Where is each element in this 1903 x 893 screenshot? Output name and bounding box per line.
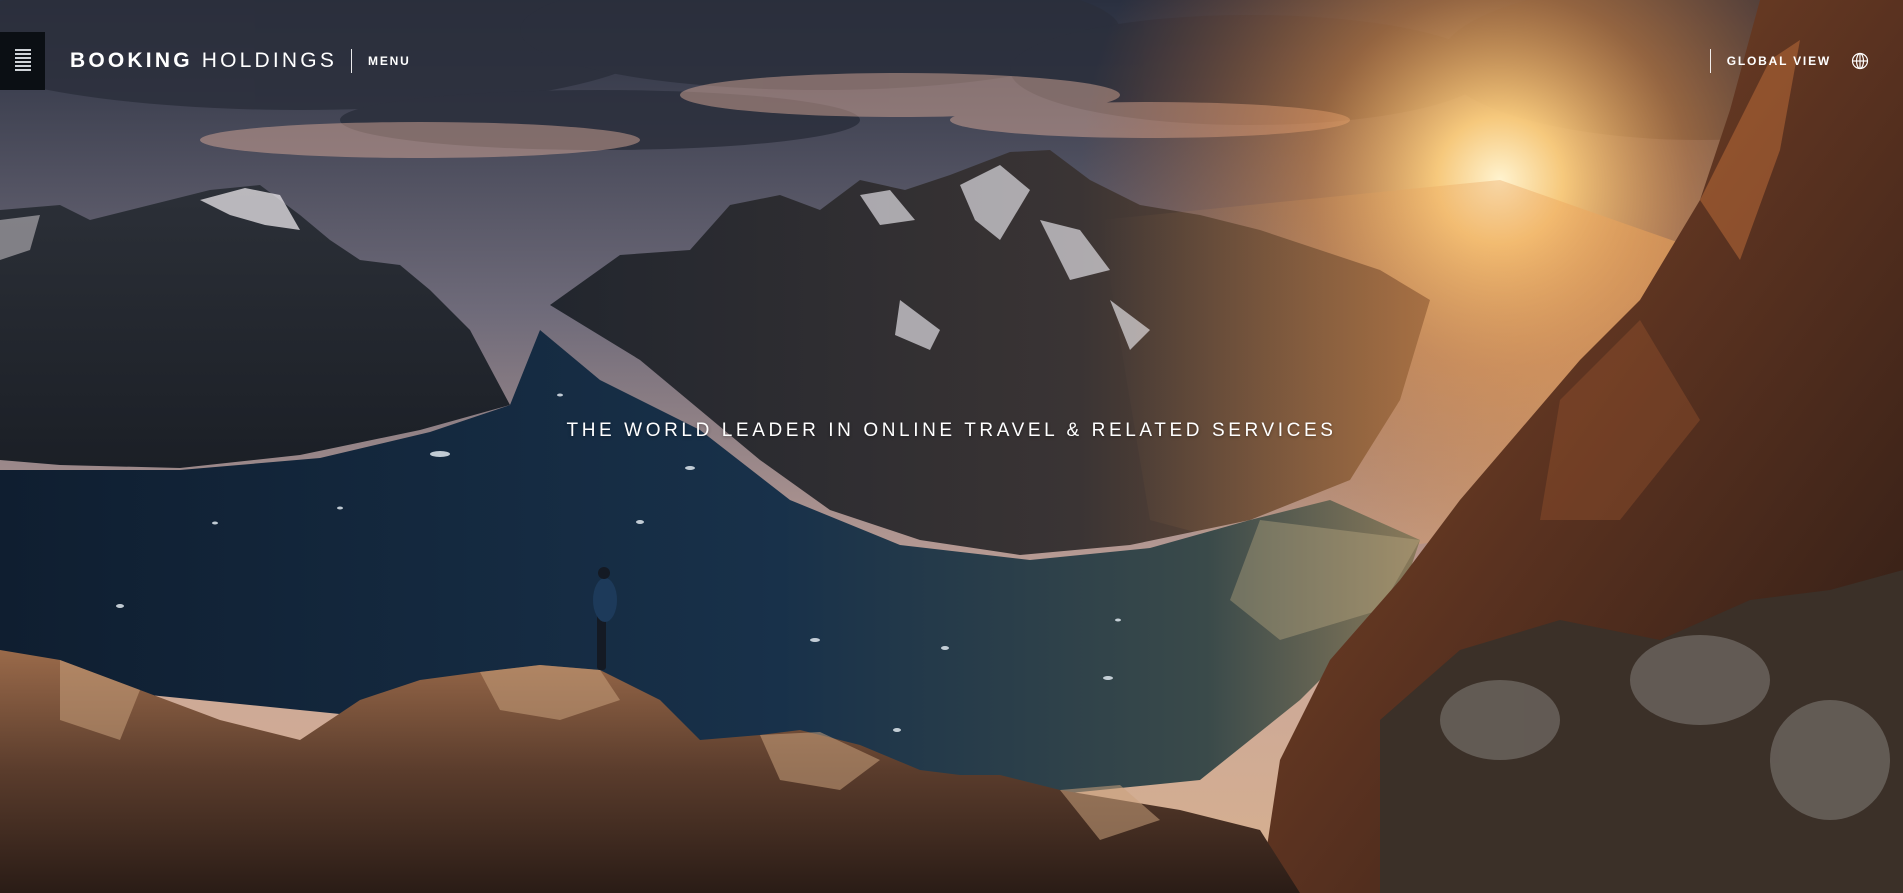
hero-background-image <box>0 0 1903 893</box>
brand-name-light[interactable]: HOLDINGS <box>202 47 337 75</box>
brand-name-bold[interactable]: BOOKING <box>70 47 193 75</box>
global-divider <box>1709 49 1711 73</box>
hero-tagline: THE WORLD LEADER IN ONLINE TRAVEL & RELA… <box>566 420 1337 441</box>
stripes-logo-icon <box>14 49 31 71</box>
hero-section: BOOKING HOLDINGS MENU GLOBAL VIEW THE WO… <box>0 0 1903 893</box>
logo-stripes[interactable] <box>0 32 45 90</box>
menu-button[interactable]: MENU <box>368 47 411 75</box>
globe-icon[interactable] <box>1851 52 1869 70</box>
site-header-brand: BOOKING HOLDINGS MENU <box>70 47 411 75</box>
header-divider <box>351 49 353 73</box>
global-view-link[interactable]: GLOBAL VIEW <box>1727 54 1831 68</box>
global-view-control: GLOBAL VIEW <box>1709 49 1869 73</box>
